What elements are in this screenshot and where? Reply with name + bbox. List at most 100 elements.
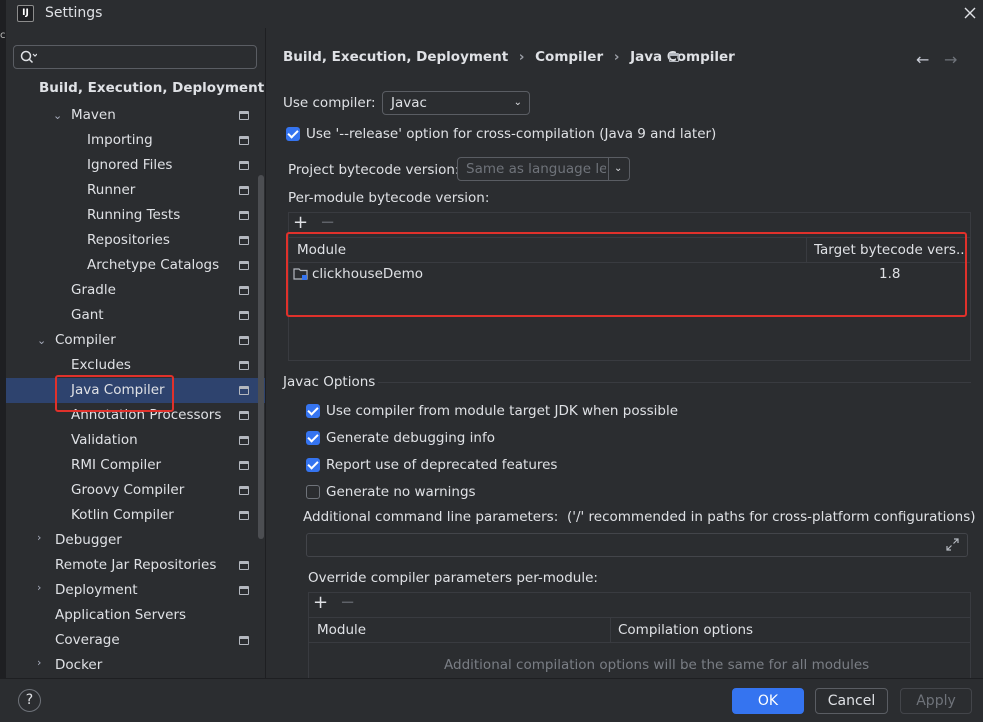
use-compiler-label: Use compiler:	[283, 95, 376, 111]
project-settings-icon	[239, 386, 249, 395]
apply-button[interactable]: Apply	[900, 688, 972, 714]
per-module-label: Per-module bytecode version:	[288, 190, 490, 206]
background-window-mark: c	[0, 30, 6, 41]
tree-item-compiler[interactable]: Compiler	[55, 328, 116, 353]
add-icon[interactable]: +	[313, 592, 328, 613]
tree-section-build-execution-deployment[interactable]: Build, Execution, Deployment	[39, 76, 264, 101]
remove-icon[interactable]: −	[340, 592, 355, 613]
release-option-checkbox[interactable]	[286, 127, 300, 141]
tree-item-gradle[interactable]: Gradle	[71, 278, 116, 303]
column-divider	[610, 617, 611, 643]
tree-item-coverage[interactable]: Coverage	[55, 628, 120, 653]
tree-item-gant[interactable]: Gant	[71, 303, 104, 328]
tree-item-deployment[interactable]: Deployment	[55, 578, 138, 603]
release-option-label[interactable]: Use '--release' option for cross-compila…	[306, 126, 716, 142]
ok-button[interactable]: OK	[732, 688, 804, 714]
column-header-compilation-options[interactable]: Compilation options	[618, 617, 958, 643]
back-arrow-icon[interactable]: ←	[916, 50, 929, 69]
tree-item-ignored-files[interactable]: Ignored Files	[87, 153, 172, 178]
project-settings-icon	[239, 361, 249, 370]
tree-item-remote-jar-repositories[interactable]: Remote Jar Repositories	[55, 553, 216, 578]
project-settings-icon	[669, 53, 679, 62]
chevron-right-icon[interactable]: ›	[37, 656, 41, 669]
annotation-highlight-box	[55, 375, 174, 412]
option-checkbox[interactable]	[306, 431, 320, 445]
override-params-label: Override compiler parameters per-module:	[308, 570, 598, 586]
chevron-down-icon[interactable]: ⌄	[37, 334, 46, 347]
settings-search-input[interactable]	[13, 45, 257, 69]
cmdline-params-label: Additional command line parameters:	[303, 509, 559, 525]
option-checkbox[interactable]	[306, 458, 320, 472]
project-settings-icon	[239, 161, 249, 170]
annotation-highlight-box	[286, 232, 967, 317]
background-window-strip: c	[0, 0, 6, 722]
tree-item-running-tests[interactable]: Running Tests	[87, 203, 180, 228]
title-bar	[0, 0, 983, 28]
tree-item-validation[interactable]: Validation	[71, 428, 138, 453]
javac-options-title: Javac Options	[283, 374, 376, 390]
project-bytecode-label: Project bytecode version:	[288, 162, 460, 178]
tree-item-runner[interactable]: Runner	[87, 178, 135, 203]
project-settings-icon	[239, 511, 249, 520]
project-settings-icon	[239, 286, 249, 295]
cmdline-params-hint: ('/' recommended in paths for cross-plat…	[567, 509, 976, 525]
breadcrumb-separator: ›	[518, 49, 525, 65]
tree-item-rmi-compiler[interactable]: RMI Compiler	[71, 453, 161, 478]
tree-item-repositories[interactable]: Repositories	[87, 228, 170, 253]
tree-item-groovy-compiler[interactable]: Groovy Compiler	[71, 478, 184, 503]
project-settings-icon	[239, 186, 249, 195]
project-bytecode-select[interactable]: Same as language level ⌄	[457, 157, 630, 181]
tree-item-debugger[interactable]: Debugger	[55, 528, 122, 553]
empty-table-text: Additional compilation options will be t…	[444, 657, 870, 673]
project-settings-icon	[239, 261, 249, 270]
breadcrumb-item: Java Compiler	[630, 49, 735, 65]
project-bytecode-value: Same as language level	[466, 161, 606, 177]
option-label[interactable]: Generate debugging info	[326, 430, 495, 446]
help-button[interactable]: ?	[18, 689, 41, 712]
search-icon	[20, 50, 37, 64]
project-settings-icon	[239, 311, 249, 320]
project-settings-icon	[239, 336, 249, 345]
project-settings-icon	[239, 211, 249, 220]
cancel-button[interactable]: Cancel	[815, 688, 888, 714]
tree-item-docker[interactable]: Docker	[55, 653, 102, 678]
remove-icon[interactable]: −	[320, 212, 335, 233]
app-logo-icon: IJ	[17, 5, 34, 22]
option-checkbox[interactable]	[306, 485, 320, 499]
section-separator	[378, 382, 971, 383]
option-checkbox[interactable]	[306, 404, 320, 418]
tree-scrollbar[interactable]	[258, 175, 264, 539]
column-header-module[interactable]: Module	[317, 617, 607, 643]
option-label[interactable]: Report use of deprecated features	[326, 457, 557, 473]
tree-item-importing[interactable]: Importing	[87, 128, 153, 153]
tree-item-application-servers[interactable]: Application Servers	[55, 603, 186, 628]
table-divider	[309, 642, 970, 643]
forward-arrow-icon[interactable]: →	[944, 50, 957, 69]
add-icon[interactable]: +	[293, 212, 308, 233]
use-compiler-select[interactable]: Javac ⌄	[382, 91, 530, 115]
project-settings-icon	[239, 436, 249, 445]
project-settings-icon	[239, 411, 249, 420]
breadcrumb-item[interactable]: Build, Execution, Deployment	[283, 49, 508, 65]
project-settings-icon	[239, 486, 249, 495]
breadcrumb-separator: ›	[613, 49, 620, 65]
tree-item-kotlin-compiler[interactable]: Kotlin Compiler	[71, 503, 174, 528]
use-compiler-value: Javac	[391, 95, 427, 111]
chevron-right-icon[interactable]: ›	[37, 581, 41, 594]
chevron-down-icon[interactable]: ⌄	[53, 109, 62, 122]
chevron-down-icon: ⌄	[608, 158, 629, 180]
project-settings-icon	[239, 561, 249, 570]
cmdline-params-input[interactable]	[306, 533, 968, 557]
expand-icon[interactable]	[945, 537, 960, 552]
project-settings-icon	[239, 111, 249, 120]
project-settings-icon	[239, 586, 249, 595]
option-label[interactable]: Generate no warnings	[326, 484, 476, 500]
close-icon[interactable]	[962, 5, 978, 21]
option-label[interactable]: Use compiler from module target JDK when…	[326, 403, 678, 419]
tree-item-maven[interactable]: Maven	[71, 103, 116, 128]
breadcrumb-item[interactable]: Compiler	[535, 49, 603, 65]
panel-divider[interactable]	[265, 28, 266, 678]
chevron-down-icon: ⌄	[513, 97, 522, 108]
tree-item-archetype-catalogs[interactable]: Archetype Catalogs	[87, 253, 219, 278]
chevron-right-icon[interactable]: ›	[37, 531, 41, 544]
